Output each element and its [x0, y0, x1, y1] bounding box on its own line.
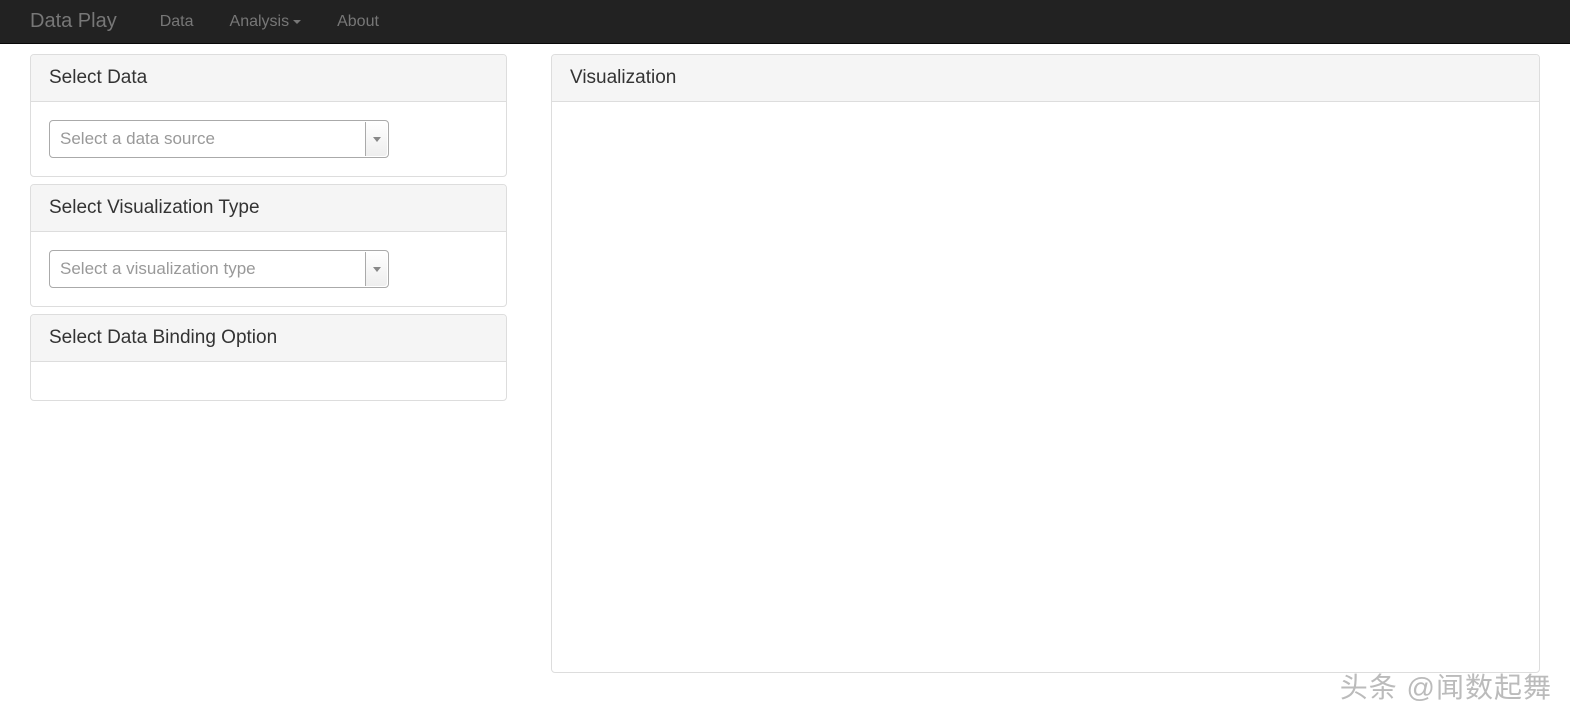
panel-title: Select Data — [31, 55, 506, 102]
panel-select-data: Select Data Select a data source — [30, 54, 507, 177]
main-row: Select Data Select a data source Select … — [30, 54, 1540, 680]
right-column: Visualization — [551, 54, 1540, 680]
nav-item-analysis[interactable]: Analysis — [212, 3, 320, 41]
nav-item-about[interactable]: About — [319, 3, 397, 41]
caret-down-icon — [293, 20, 301, 24]
panel-title: Select Data Binding Option — [31, 315, 506, 362]
panel-body: Select a data source — [31, 102, 506, 176]
nav-item-label: Data — [160, 13, 194, 31]
nav-item-data[interactable]: Data — [142, 3, 212, 41]
nav-item-label: Analysis — [230, 13, 290, 31]
visualization-canvas — [552, 102, 1539, 672]
main-container: Select Data Select a data source Select … — [0, 54, 1570, 680]
panel-body — [31, 362, 506, 400]
panel-title: Select Visualization Type — [31, 185, 506, 232]
navbar-brand[interactable]: Data Play — [15, 0, 132, 43]
visualization-type-select[interactable]: Select a visualization type — [49, 250, 389, 288]
navbar: Data Play Data Analysis About — [0, 0, 1570, 44]
nav-item-label: About — [337, 13, 379, 31]
panel-title: Visualization — [552, 55, 1539, 102]
panel-visualization: Visualization — [551, 54, 1540, 673]
select-placeholder: Select a visualization type — [60, 259, 256, 279]
panel-select-viz: Select Visualization Type Select a visua… — [30, 184, 507, 307]
panel-select-binding: Select Data Binding Option — [30, 314, 507, 401]
navbar-nav: Data Analysis About — [142, 3, 397, 41]
panel-body: Select a visualization type — [31, 232, 506, 306]
chevron-down-icon — [365, 122, 387, 156]
select-placeholder: Select a data source — [60, 129, 215, 149]
data-source-select[interactable]: Select a data source — [49, 120, 389, 158]
chevron-down-icon — [365, 252, 387, 286]
left-column: Select Data Select a data source Select … — [30, 54, 507, 680]
